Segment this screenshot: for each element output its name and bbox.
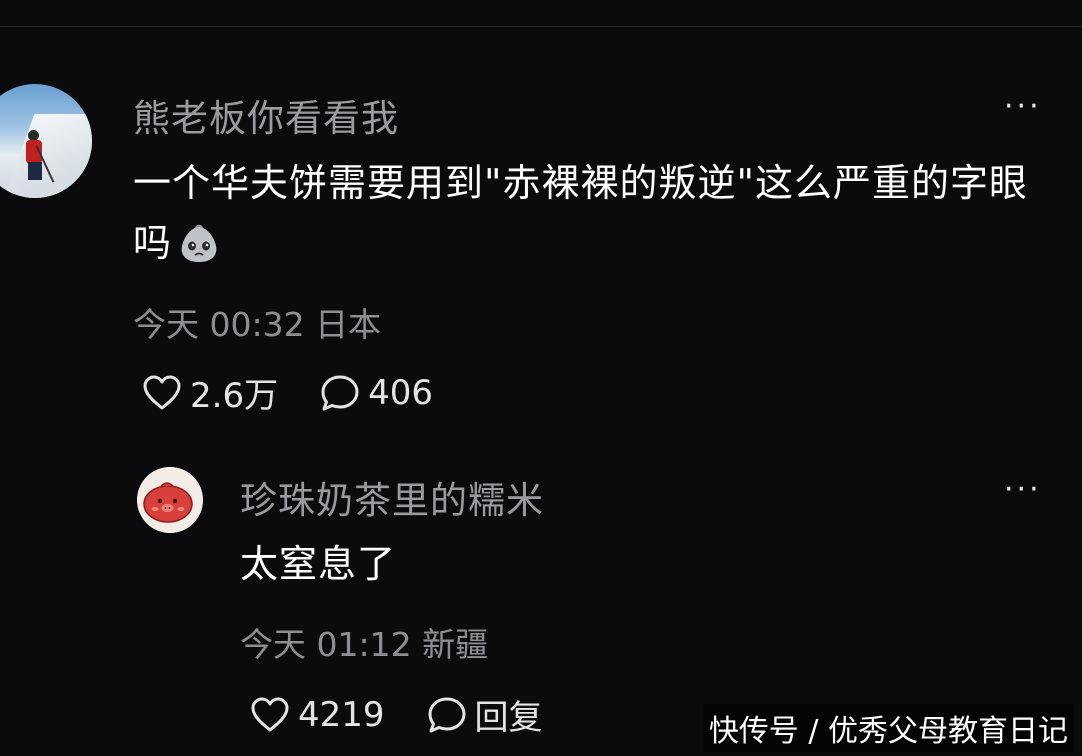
heart-outline-icon [250, 697, 290, 733]
top-divider [0, 26, 1082, 27]
speech-bubble-icon [320, 374, 360, 412]
more-dots-icon[interactable]: ··· [1004, 475, 1042, 505]
more-dots-icon[interactable]: ··· [1004, 92, 1042, 122]
comment-time: 今天 00:32 [133, 305, 305, 344]
reply-location: 新疆 [422, 625, 489, 664]
reply-time: 今天 01:12 [240, 625, 412, 664]
reply-label: 回复 [474, 698, 543, 738]
comment-meta: 今天 00:32 日本 [133, 298, 381, 346]
like-count: 2.6万 [190, 376, 279, 416]
sad-face-emoji-icon [178, 221, 220, 262]
reply-button[interactable]: 回复 [427, 690, 543, 739]
watermark: 快传号 / 优秀父母教育日记 [702, 704, 1074, 752]
speech-bubble-icon [427, 696, 467, 734]
reply-user-avatar[interactable] [137, 467, 203, 533]
comment-username[interactable]: 熊老板你看看我 [133, 88, 399, 142]
reply-actions: 4219 回复 [250, 690, 543, 739]
comment-location: 日本 [315, 305, 382, 344]
comment-button[interactable]: 406 [320, 373, 433, 413]
user-avatar[interactable] [0, 84, 92, 198]
reply-meta: 今天 01:12 新疆 [240, 618, 488, 666]
reply-like-button[interactable]: 4219 [250, 695, 385, 735]
reply-count: 406 [368, 372, 433, 413]
like-button[interactable]: 2.6万 [142, 368, 278, 417]
reply-like-count: 4219 [298, 694, 385, 735]
comment-body: 一个华夫饼需要用到"赤裸裸的叛逆"这么严重的字眼吗 [133, 161, 1028, 265]
heart-outline-icon [142, 375, 182, 411]
reply-username[interactable]: 珍珠奶茶里的糯米 [240, 470, 544, 524]
comment-actions: 2.6万 406 [142, 368, 433, 417]
reply-text: 太窒息了 [240, 542, 397, 586]
comment-text: 一个华夫饼需要用到"赤裸裸的叛逆"这么严重的字眼吗 [133, 153, 1063, 273]
